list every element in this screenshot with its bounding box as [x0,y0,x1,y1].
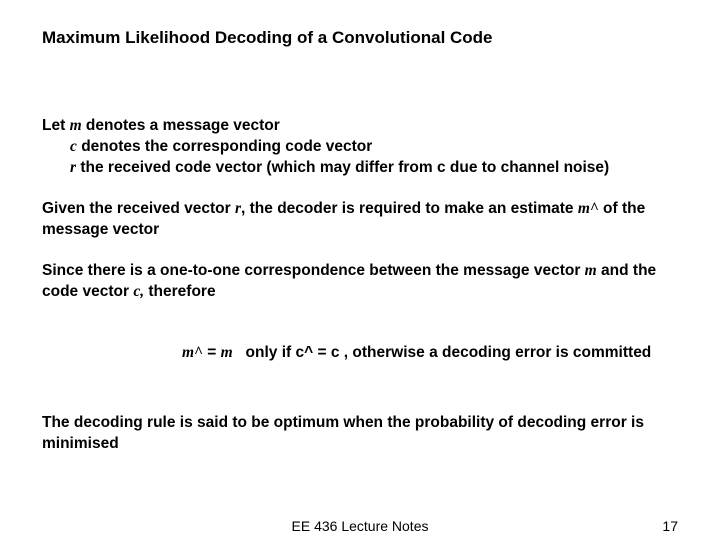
definitions-block: Let m denotes a message vector c denotes… [42,116,678,179]
var-m-hat: m^ [182,344,203,361]
text: = [313,344,331,361]
text: denotes a message vector [82,117,280,134]
text: therefore [144,283,216,300]
text: Since there is a one-to-one corresponden… [42,262,585,279]
text: = [203,344,221,361]
paragraph-estimate: Given the received vector r, the decoder… [42,199,678,241]
var-m-hat: m^ [578,200,599,217]
var-m: m [70,117,82,134]
text: , the decoder is required to make an est… [241,200,578,217]
text: the received code vector (which may diff… [76,159,609,176]
slide-title: Maximum Likelihood Decoding of a Convolu… [42,28,678,48]
text: only if [233,344,296,361]
indent-row: r the received code vector (which may di… [42,159,609,176]
var-c: c [70,138,77,155]
indent-row: c denotes the corresponding code vector [42,138,372,155]
text: Given the received vector [42,200,235,217]
var-c-hat: c^ [296,344,314,361]
text: , otherwise a decoding error is committe… [339,344,651,361]
paragraph-optimum: The decoding rule is said to be optimum … [42,413,678,455]
text: denotes the corresponding code vector [77,138,372,155]
var-m: m [221,344,233,361]
slide-content: Maximum Likelihood Decoding of a Convolu… [0,0,720,455]
footer-course: EE 436 Lecture Notes [292,518,429,534]
text: Let [42,117,70,134]
var-c: c, [133,283,144,300]
page-number: 17 [662,518,678,534]
equation-line: m^ = m only if c^ = c , otherwise a deco… [42,322,678,385]
paragraph-correspondence: Since there is a one-to-one corresponden… [42,261,678,303]
var-m: m [585,262,597,279]
